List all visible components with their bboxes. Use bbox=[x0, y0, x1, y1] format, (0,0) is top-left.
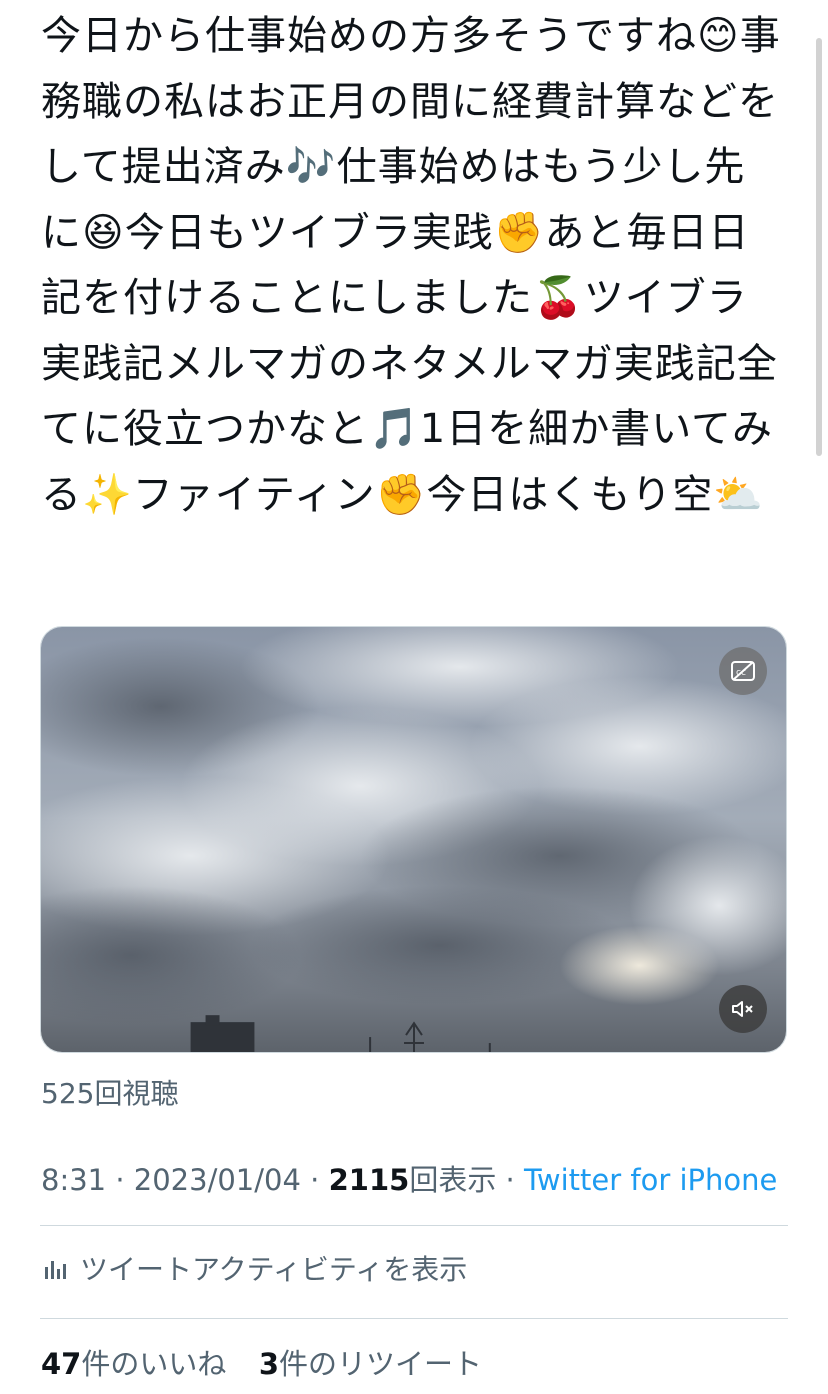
meta-separator: · bbox=[106, 1163, 134, 1197]
likes-link[interactable]: 47件のいいね bbox=[41, 1347, 226, 1381]
tweet-text: 今日から仕事始めの方多そうですね😊事務職の私はお正月の間に経費計算などをして提出… bbox=[41, 13, 781, 518]
divider bbox=[40, 1318, 788, 1319]
retweets-count: 3 bbox=[258, 1347, 279, 1381]
tweet-activity-label: ツイートアクティビティを表示 bbox=[80, 1253, 468, 1286]
likes-count: 47 bbox=[41, 1347, 82, 1381]
likes-label: 件のいいね bbox=[81, 1347, 227, 1381]
view-count-label: 回視聴 bbox=[94, 1077, 179, 1110]
mute-button[interactable] bbox=[719, 985, 767, 1033]
divider bbox=[40, 1225, 788, 1226]
video-view-count: 525回視聴 bbox=[41, 1072, 178, 1112]
impressions-label: 回表示 bbox=[409, 1163, 497, 1197]
view-count-number: 525 bbox=[41, 1077, 95, 1110]
bar-chart-icon bbox=[45, 1261, 66, 1279]
tweet-source-link[interactable]: Twitter for iPhone bbox=[524, 1163, 777, 1197]
tweet-meta: 8:31 · 2023/01/04 · 2115回表示 · Twitter fo… bbox=[41, 1157, 777, 1199]
engagement-counts: 47件のいいね 3件のリツイート bbox=[41, 1341, 482, 1383]
speaker-muted-icon bbox=[732, 1001, 753, 1017]
retweets-label: 件のリツイート bbox=[279, 1347, 483, 1381]
closed-captions-off-icon: cc bbox=[731, 661, 755, 681]
tweet-video[interactable]: cc bbox=[40, 626, 787, 1053]
meta-separator: · bbox=[300, 1163, 329, 1197]
captions-button[interactable]: cc bbox=[719, 647, 767, 695]
tweet-activity-link[interactable]: ツイートアクティビティを表示 bbox=[42, 1248, 467, 1288]
cloudy-sky-image bbox=[41, 627, 786, 1052]
scrollbar[interactable] bbox=[816, 38, 822, 456]
tweet-time[interactable]: 8:31 bbox=[41, 1163, 106, 1197]
tweet-date[interactable]: 2023/01/04 bbox=[134, 1163, 301, 1197]
impressions-count: 2115 bbox=[328, 1163, 410, 1197]
retweets-link[interactable]: 3件のリツイート bbox=[259, 1347, 482, 1381]
meta-separator: · bbox=[496, 1163, 524, 1197]
